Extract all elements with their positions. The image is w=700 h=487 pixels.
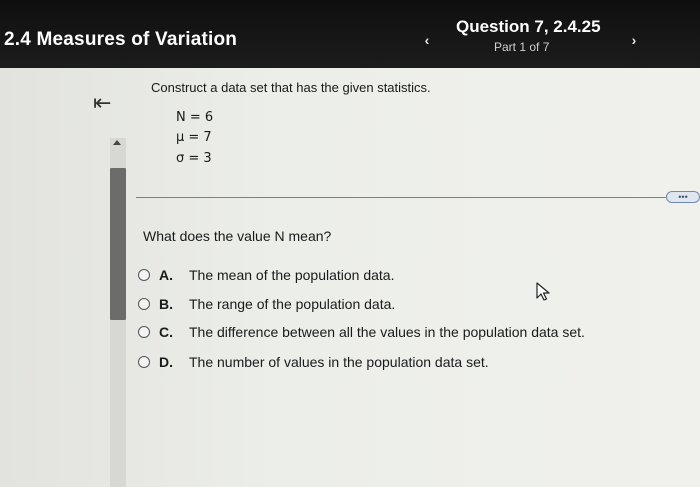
- chevron-left-icon[interactable]: ‹: [418, 31, 436, 49]
- option-letter: A.: [159, 267, 173, 283]
- option-letter: C.: [159, 324, 173, 340]
- stat-n: N = 6: [176, 110, 214, 125]
- chevron-right-icon[interactable]: ›: [625, 31, 643, 49]
- option-text: The number of values in the population d…: [189, 354, 489, 370]
- divider: [136, 197, 666, 198]
- section-title: 2.4 Measures of Variation: [4, 29, 238, 50]
- mouse-pointer-icon: [536, 282, 550, 301]
- stat-sigma: σ = 3: [176, 151, 212, 166]
- scrollbar-thumb[interactable]: [110, 168, 126, 320]
- collapse-left-icon[interactable]: ⇤: [93, 92, 111, 114]
- scrollbar[interactable]: [110, 138, 126, 487]
- option-letter: D.: [159, 354, 173, 370]
- option-text: The range of the population data.: [189, 296, 396, 312]
- radio-button[interactable]: [138, 326, 150, 338]
- option-letter: B.: [159, 296, 173, 312]
- question-title: Question 7, 2.4.25: [456, 17, 601, 36]
- scroll-up-icon[interactable]: [113, 140, 121, 145]
- part-label: Part 1 of 7: [494, 40, 550, 54]
- problem-instruction: Construct a data set that has the given …: [151, 80, 431, 95]
- radio-button[interactable]: [138, 356, 150, 368]
- more-options-button[interactable]: •••: [666, 191, 700, 203]
- question-panel: ⇤ Construct a data set that has the give…: [0, 68, 700, 487]
- top-bar: 2.4 Measures of Variation ‹ Question 7, …: [0, 0, 700, 68]
- radio-button[interactable]: [138, 298, 150, 310]
- question-text: What does the value N mean?: [143, 228, 332, 244]
- option-text: The mean of the population data.: [189, 267, 395, 283]
- stat-mu: μ = 7: [176, 130, 212, 145]
- option-text: The difference between all the values in…: [189, 324, 585, 340]
- radio-button[interactable]: [138, 269, 150, 281]
